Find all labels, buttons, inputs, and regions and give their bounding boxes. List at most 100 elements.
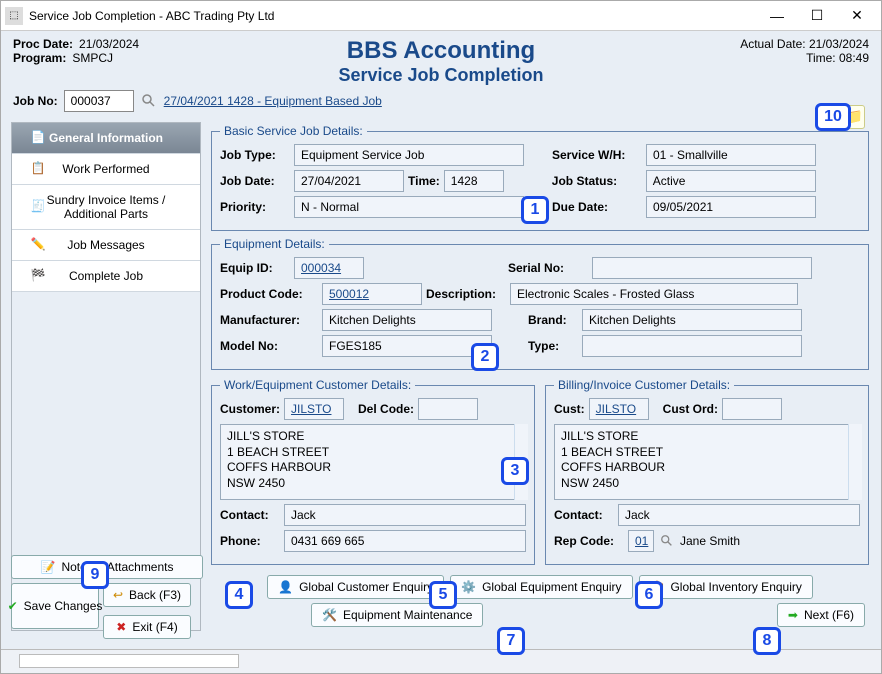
program-label: Program: [13,51,66,65]
flag-icon: 🏁 [30,268,46,284]
due-date-field: 09/05/2021 [646,196,816,218]
sidebar-item-work-performed[interactable]: 📋 Work Performed [12,154,200,185]
serial-no-field [592,257,812,279]
job-link[interactable]: 27/04/2021 1428 - Equipment Based Job [164,94,382,108]
minimize-button[interactable]: — [757,2,797,30]
basic-legend: Basic Service Job Details: [220,124,367,138]
contact-field: Jack [284,504,526,526]
arrow-right-icon: ➡ [788,608,798,622]
job-no-input[interactable] [64,90,134,112]
back-button[interactable]: ↩ Back (F3) [103,583,191,607]
global-equipment-enquiry-button[interactable]: ⚙️ Global Equipment Enquiry [450,575,632,599]
sidebar-item-complete-job[interactable]: 🏁 Complete Job [12,261,200,292]
box-icon: 📦 [650,580,665,594]
invoice-icon: 🧾 [30,199,46,215]
cust-ord-label: Cust Ord: [663,402,718,416]
gear-icon: ⚙️ [461,580,476,594]
equipment-maintenance-button[interactable]: 🛠️ Equipment Maintenance [311,603,483,627]
app-title: BBS Accounting [193,37,689,65]
job-type-label: Job Type: [220,148,290,162]
contact-label: Contact: [220,508,280,522]
job-date-label: Job Date: [220,174,290,188]
type-field [582,335,802,357]
save-changes-button[interactable]: ✔ Save Changes [11,583,99,629]
scrollbar[interactable] [848,424,862,500]
equipment-legend: Equipment Details: [220,237,329,251]
rep-code-field[interactable]: 01 [628,530,654,552]
time-label: Time: [408,174,440,188]
clipboard-icon: 📋 [30,161,46,177]
basic-service-job-fieldset: Basic Service Job Details: Job Type: Equ… [211,124,869,231]
left-bottom-buttons: 📝 Notes & Attachments ✔ Save Changes ↩ B… [11,555,203,643]
close-button[interactable]: ✕ [837,2,877,30]
product-code-field[interactable]: 500012 [322,283,422,305]
job-type-field: Equipment Service Job [294,144,524,166]
sidebar-item-label: Complete Job [69,269,143,283]
customer-field[interactable]: JILSTO [284,398,344,420]
content-panel: Basic Service Job Details: Job Type: Equ… [209,122,871,631]
actual-date-value: 21/03/2024 [809,37,869,51]
phone-field: 0431 669 665 [284,530,526,552]
bill-cust-field[interactable]: JILSTO [589,398,649,420]
billing-address-box: JILL'S STORE 1 BEACH STREET COFFS HARBOU… [554,424,860,500]
equipment-details-fieldset: Equipment Details: Equip ID: 000034 Seri… [211,237,869,370]
app-icon: ⬚ [5,7,23,25]
window-title: Service Job Completion - ABC Trading Pty… [29,9,757,23]
exit-button[interactable]: ✖ Exit (F4) [103,615,191,639]
tools-icon: 🛠️ [322,608,337,622]
service-wh-label: Service W/H: [552,148,642,162]
person-icon: 👤 [278,580,293,594]
work-address-box: JILL'S STORE 1 BEACH STREET COFFS HARBOU… [220,424,526,500]
global-customer-enquiry-button[interactable]: 👤 Global Customer Enquiry [267,575,444,599]
billing-customer-fieldset: Billing/Invoice Customer Details: Cust: … [545,378,869,565]
customer-label: Customer: [220,402,280,416]
note-icon: 📝 [40,560,55,574]
del-code-label: Del Code: [358,402,414,416]
due-date-label: Due Date: [552,200,642,214]
search-icon[interactable] [658,532,676,550]
sidebar-item-label: General Information [49,131,163,145]
bill-contact-field: Jack [618,504,860,526]
sidebar-item-job-messages[interactable]: ✏️ Job Messages [12,230,200,261]
proc-date-value: 21/03/2024 [79,37,139,51]
bill-cust-label: Cust: [554,402,585,416]
job-date-field: 27/04/2021 [294,170,404,192]
titlebar: ⬚ Service Job Completion - ABC Trading P… [1,1,881,31]
sidebar-item-general-information[interactable]: 📄 General Information [12,123,200,154]
work-customer-legend: Work/Equipment Customer Details: [220,378,415,392]
next-button[interactable]: ➡ Next (F6) [777,603,865,627]
equip-id-label: Equip ID: [220,261,290,275]
rep-code-label: Rep Code: [554,534,624,548]
brand-field: Kitchen Delights [582,309,802,331]
job-status-label: Job Status: [552,174,642,188]
maximize-button[interactable]: ☐ [797,2,837,30]
actual-date-label: Actual Date: [740,37,805,51]
action-buttons-row: 👤 Global Customer Enquiry ⚙️ Global Equi… [209,571,871,603]
statusbar-segment [19,654,239,668]
notes-attachments-button[interactable]: 📝 Notes & Attachments [11,555,203,579]
global-inventory-enquiry-button[interactable]: 📦 Global Inventory Enquiry [639,575,813,599]
close-icon: ✖ [116,620,126,634]
cust-ord-field [722,398,782,420]
bill-contact-label: Contact: [554,508,614,522]
brand-label: Brand: [528,313,578,327]
sidebar-item-label: Job Messages [67,238,144,252]
serial-no-label: Serial No: [508,261,588,275]
program-value: SMPCJ [72,51,113,65]
sidebar-item-label: Work Performed [62,162,149,176]
scrollbar[interactable] [514,424,528,500]
model-no-field: FGES185 [322,335,492,357]
statusbar [1,649,881,673]
product-code-label: Product Code: [220,287,318,301]
sidebar-item-sundry-invoice[interactable]: 🧾 Sundry Invoice Items / Additional Part… [12,185,200,230]
description-label: Description: [426,287,506,301]
work-customer-fieldset: Work/Equipment Customer Details: Custome… [211,378,535,565]
folder-settings-icon[interactable]: 📁 [841,105,865,129]
back-icon: ↩ [113,588,123,602]
equip-id-field[interactable]: 000034 [294,257,364,279]
billing-customer-legend: Billing/Invoice Customer Details: [554,378,734,392]
job-no-label: Job No: [13,94,58,108]
search-icon[interactable] [140,92,158,110]
check-icon: ✔ [8,599,18,613]
type-label: Type: [528,339,578,353]
